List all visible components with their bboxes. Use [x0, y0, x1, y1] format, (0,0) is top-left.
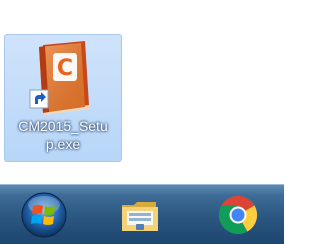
start-button[interactable] [20, 191, 68, 239]
shortcut-label-line2: p.exe [45, 136, 81, 152]
windows-explorer-button[interactable] [118, 193, 162, 237]
windows-start-orb-icon [21, 192, 67, 238]
google-chrome-button[interactable] [216, 193, 260, 237]
desktop[interactable]: C CM2015_Setu p.exe [0, 0, 284, 184]
taskbar [0, 184, 284, 244]
folder-icon [122, 202, 158, 231]
shortcut-label-line1: CM2015_Setu [18, 118, 108, 134]
shortcut-arrow-icon [29, 89, 49, 109]
cm2015-setup-shortcut[interactable]: C CM2015_Setu p.exe [4, 34, 122, 162]
chrome-icon [218, 195, 258, 235]
cm-letter: C [57, 56, 73, 81]
shortcut-label: CM2015_Setu p.exe [5, 117, 121, 153]
